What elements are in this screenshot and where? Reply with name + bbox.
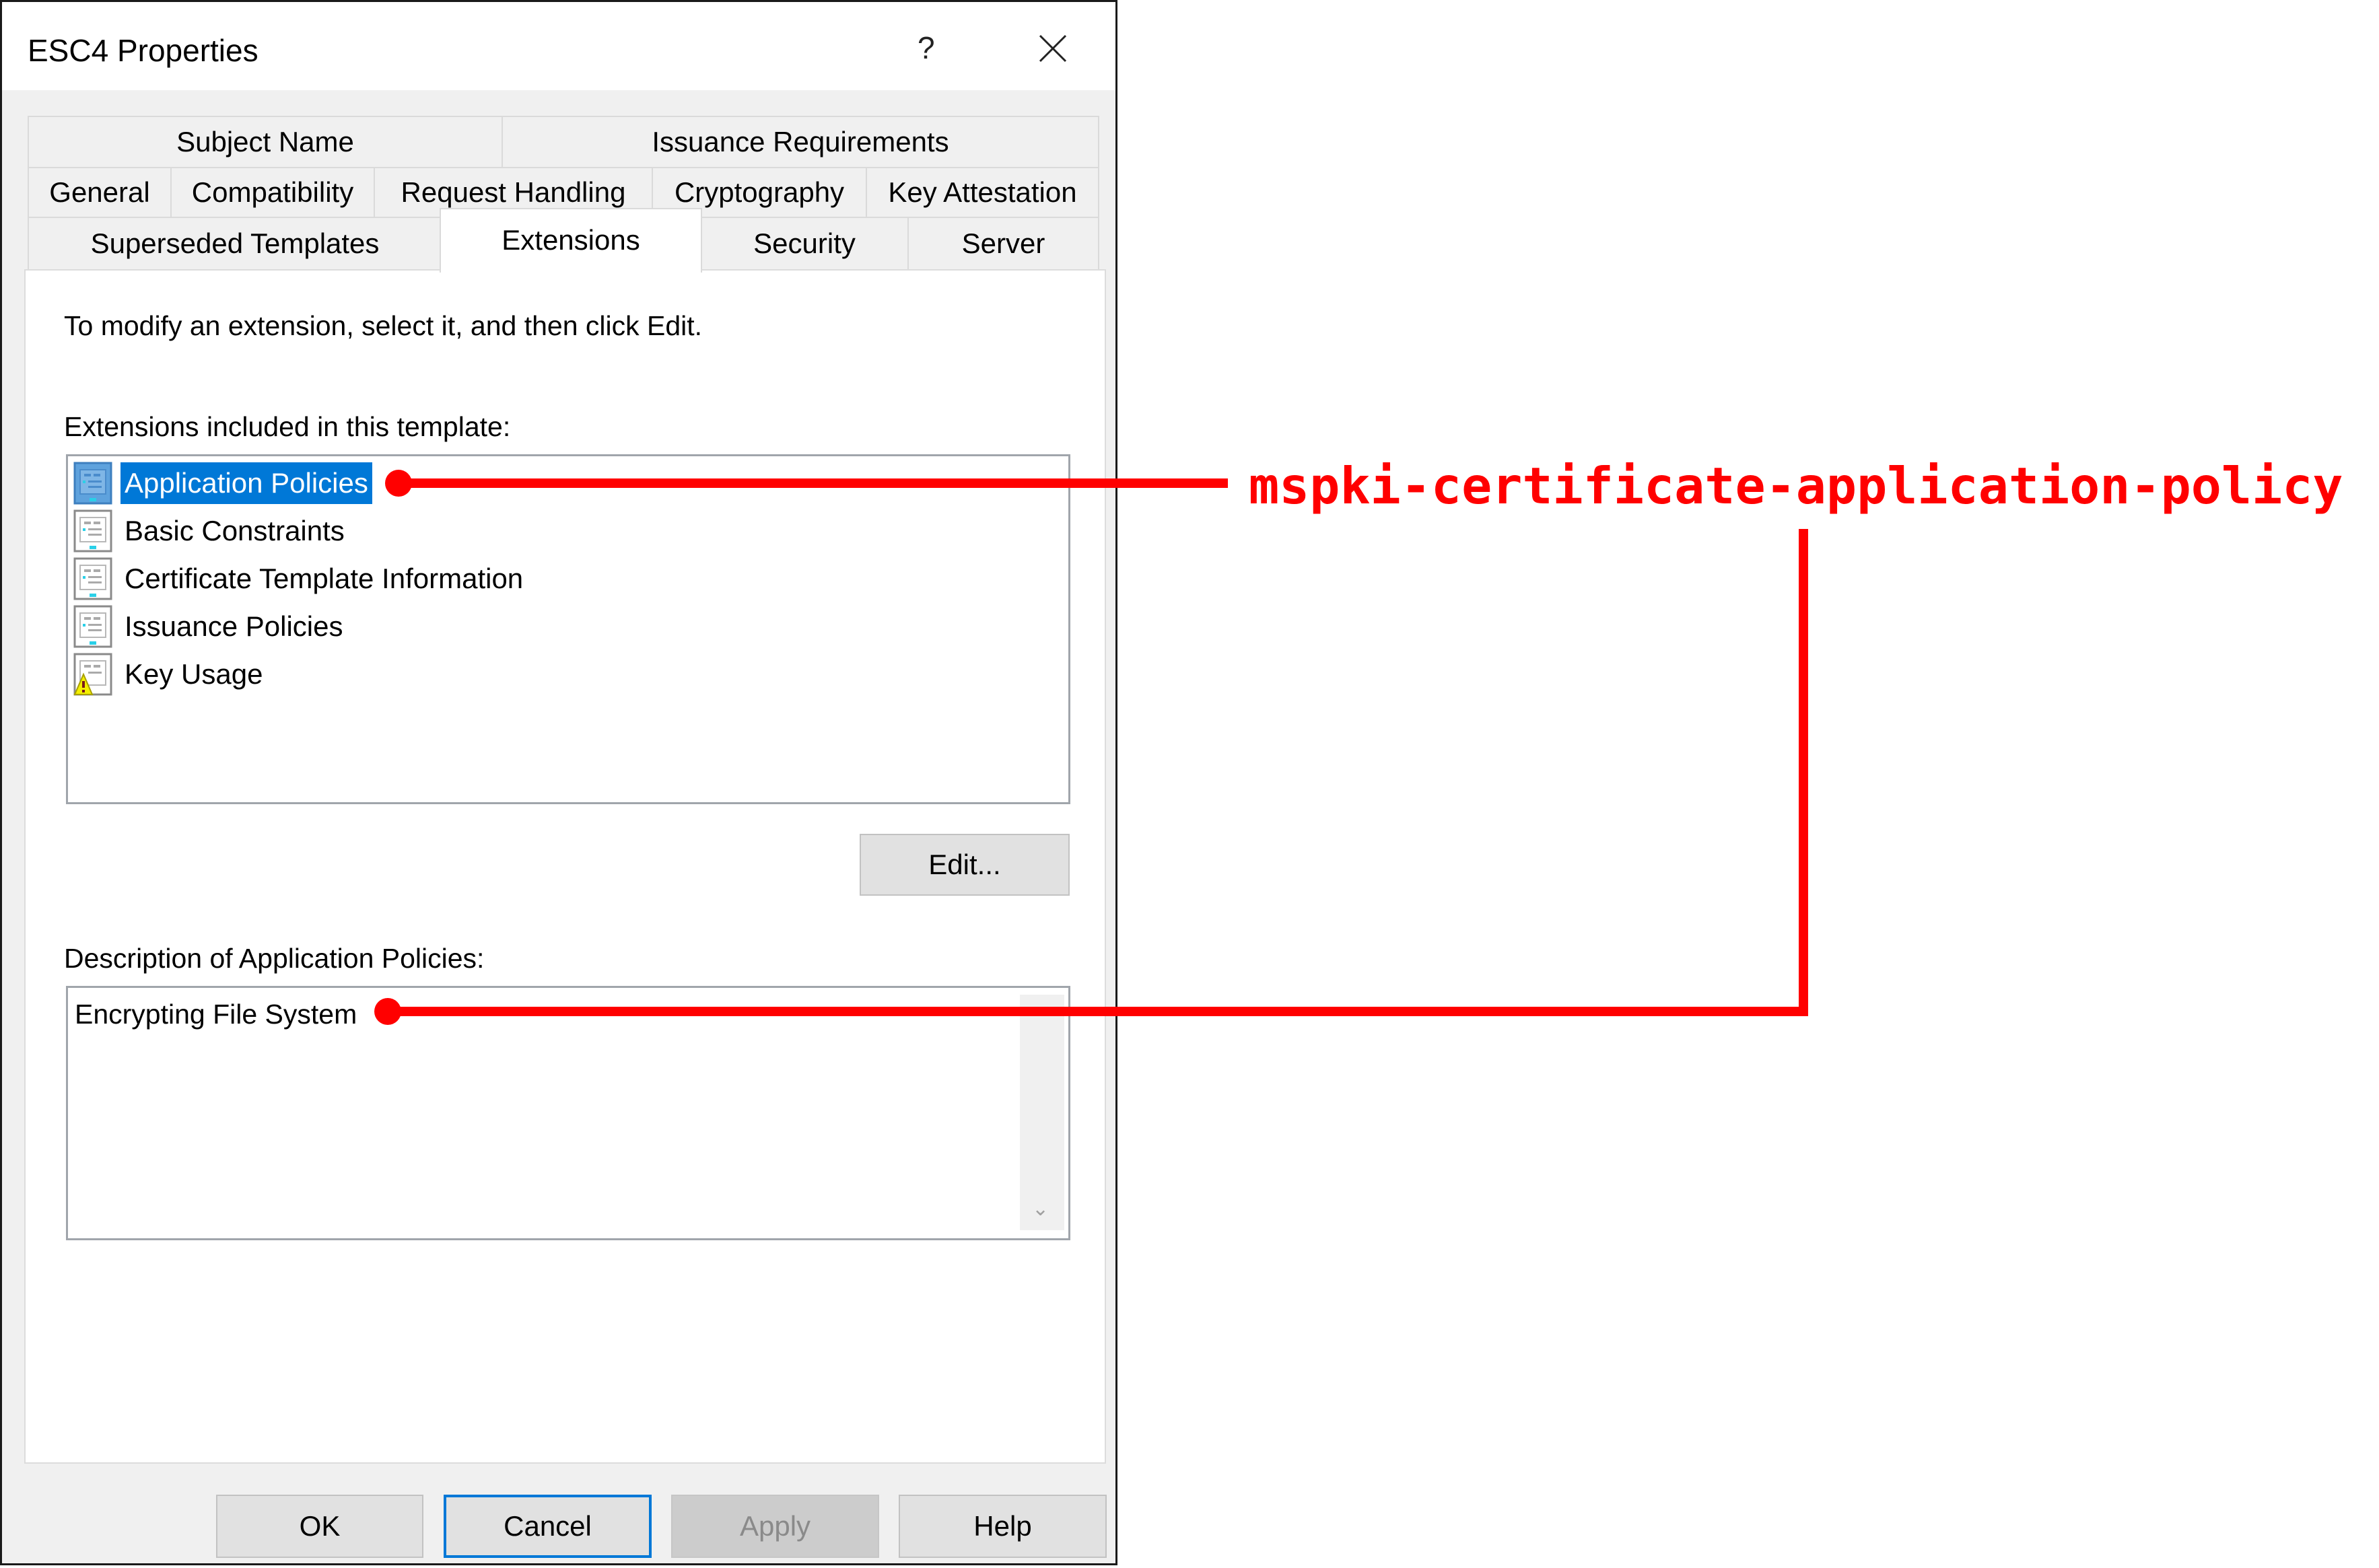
tab-server[interactable]: Server (907, 217, 1099, 271)
description-textbox[interactable]: Encrypting File System ⌃ ⌄ (66, 986, 1070, 1240)
list-item-issuance-policies[interactable]: Issuance Policies (73, 604, 347, 649)
description-label: Description of Application Policies: (64, 943, 485, 974)
description-scrollbar[interactable]: ⌃ ⌄ (1020, 995, 1064, 1230)
edit-button[interactable]: Edit... (860, 834, 1070, 896)
close-icon[interactable] (1039, 34, 1067, 63)
extension-icon (73, 462, 112, 505)
extensions-listbox[interactable]: Application Policies Basic Constraints C… (66, 454, 1070, 804)
apply-button[interactable]: Apply (671, 1495, 879, 1558)
list-item-certificate-template-information[interactable]: Certificate Template Information (73, 556, 527, 602)
annotation-label: mspki-certificate-application-policy (1249, 456, 2343, 515)
annotation-line-vertical (1799, 529, 1808, 1016)
annotation-line-bottom (388, 1007, 1808, 1016)
tab-superseded-templates[interactable]: Superseded Templates (28, 217, 442, 271)
list-item-application-policies[interactable]: Application Policies (73, 460, 372, 506)
annotation-dot-description (374, 998, 401, 1025)
extension-icon (73, 605, 112, 648)
tab-issuance-requirements[interactable]: Issuance Requirements (502, 116, 1099, 168)
extensions-list-label: Extensions included in this template: (64, 411, 511, 442)
list-item-label: Application Policies (120, 462, 372, 504)
list-item-key-usage[interactable]: Key Usage (73, 651, 267, 697)
dialog-title: ESC4 Properties (28, 33, 258, 68)
list-item-basic-constraints[interactable]: Basic Constraints (73, 508, 349, 554)
list-item-label: Issuance Policies (125, 610, 343, 642)
tab-key-attestation[interactable]: Key Attestation (866, 167, 1099, 218)
properties-dialog: ESC4 Properties ? Subject Name Issuance … (0, 0, 1117, 1565)
cancel-button[interactable]: Cancel (444, 1495, 652, 1558)
list-item-label: Certificate Template Information (125, 563, 524, 594)
list-item-label: Basic Constraints (125, 515, 345, 546)
description-value: Encrypting File System (75, 999, 357, 1030)
scroll-down-icon[interactable]: ⌄ (1032, 1197, 1049, 1221)
extension-warning-icon (73, 653, 112, 696)
tab-subject-name[interactable]: Subject Name (28, 116, 503, 168)
title-bar: ESC4 Properties ? (2, 2, 1115, 90)
extension-icon (73, 509, 112, 553)
tab-extensions[interactable]: Extensions (440, 208, 702, 273)
tab-security[interactable]: Security (700, 217, 909, 271)
instruction-text: To modify an extension, select it, and t… (64, 310, 703, 341)
list-item-label: Key Usage (125, 658, 263, 690)
help-button[interactable]: Help (899, 1495, 1107, 1558)
annotation-dot-application-policies (385, 470, 412, 497)
extension-icon (73, 557, 112, 600)
ok-button[interactable]: OK (216, 1495, 423, 1558)
annotation-line-top (399, 478, 1228, 488)
help-icon[interactable]: ? (918, 29, 935, 67)
tab-general[interactable]: General (28, 167, 172, 218)
tab-compatibility[interactable]: Compatibility (170, 167, 375, 218)
